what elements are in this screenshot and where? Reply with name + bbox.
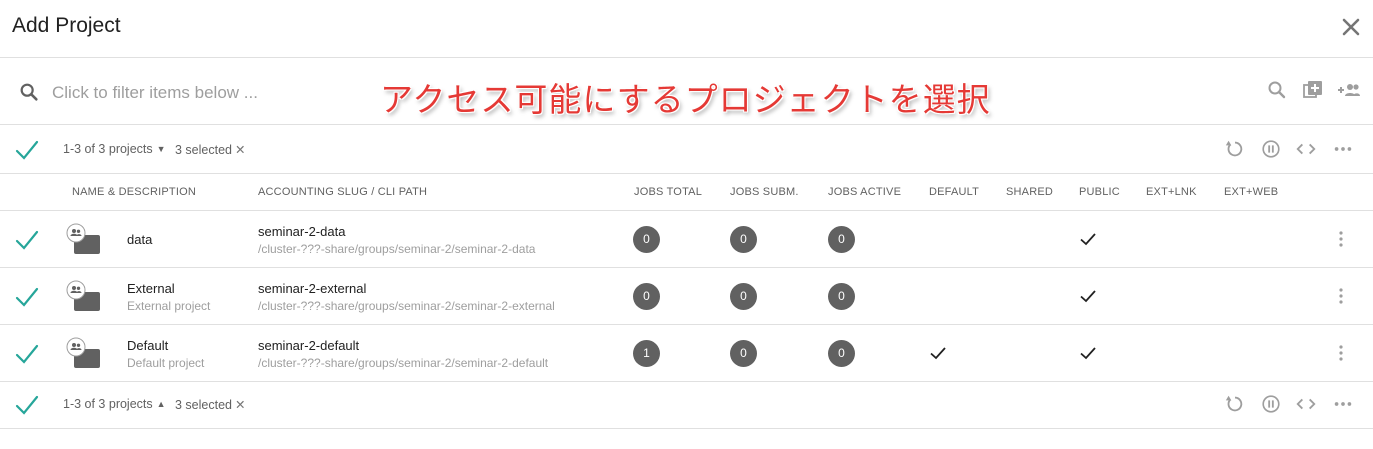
jobs-total-badge: 1: [633, 340, 660, 367]
add-box-icon[interactable]: [1301, 78, 1325, 102]
accounting-slug: seminar-2-external: [258, 281, 367, 296]
dialog-title: Add Project: [12, 14, 121, 37]
jobs-active-badge: 0: [828, 226, 855, 253]
project-name: data: [127, 232, 153, 247]
select-all-check-icon[interactable]: [14, 137, 40, 163]
col-public[interactable]: PUBLIC: [1079, 186, 1120, 198]
jobs-active-badge: 0: [828, 340, 855, 367]
project-name: Default: [127, 338, 169, 353]
jobs-total-badge: 0: [633, 226, 660, 253]
filter-bar: アクセス可能にするプロジェクトを選択: [0, 59, 1373, 125]
clear-selection-icon[interactable]: ✕: [235, 398, 245, 412]
add-group-icon[interactable]: [1337, 78, 1361, 102]
table-row[interactable]: data seminar-2-data /cluster-???-share/g…: [0, 211, 1373, 268]
cli-path: /cluster-???-share/groups/seminar-2/semi…: [258, 299, 555, 313]
col-shared[interactable]: SHARED: [1006, 186, 1053, 198]
table-row[interactable]: Default Default project seminar-2-defaul…: [0, 325, 1373, 382]
caret-down-icon: ▼: [156, 144, 166, 154]
item-count-toggle[interactable]: 1-3 of 3 projects ▲: [63, 397, 166, 411]
more-horiz-icon[interactable]: [1332, 138, 1354, 160]
col-slug[interactable]: ACCOUNTING SLUG / CLI PATH: [258, 186, 427, 198]
item-count-toggle[interactable]: 1-3 of 3 projects ▼: [63, 142, 166, 156]
col-default[interactable]: DEFAULT: [929, 186, 979, 198]
jobs-subm-badge: 0: [730, 340, 757, 367]
code-icon[interactable]: [1295, 138, 1317, 160]
pause-icon[interactable]: [1260, 393, 1282, 415]
col-name[interactable]: NAME & DESCRIPTION: [72, 186, 196, 198]
close-icon[interactable]: [1339, 15, 1363, 39]
jobs-subm-badge: 0: [730, 283, 757, 310]
group-folder-icon: [66, 223, 100, 254]
item-count-text: 1-3 of 3 projects: [63, 397, 153, 411]
search-icon[interactable]: [1265, 78, 1289, 102]
accounting-slug: seminar-2-default: [258, 338, 360, 353]
public-check-icon: [1080, 290, 1096, 303]
public-check-icon: [1080, 347, 1096, 360]
cli-path: /cluster-???-share/groups/seminar-2/semi…: [258, 356, 549, 370]
project-name: External: [127, 281, 175, 296]
row-check-icon[interactable]: [14, 227, 40, 253]
table-row[interactable]: External External project seminar-2-exte…: [0, 268, 1373, 325]
jobs-subm-badge: 0: [730, 226, 757, 253]
search-icon: [20, 83, 38, 101]
cli-path: /cluster-???-share/groups/seminar-2/semi…: [258, 242, 536, 256]
public-check-icon: [1080, 233, 1096, 246]
more-vert-icon[interactable]: [1331, 343, 1351, 363]
jobs-active-badge: 0: [828, 283, 855, 310]
more-horiz-icon[interactable]: [1332, 393, 1354, 415]
row-check-icon[interactable]: [14, 284, 40, 310]
col-ext-lnk[interactable]: EXT+LNK: [1146, 186, 1197, 198]
accounting-slug: seminar-2-data: [258, 224, 346, 239]
selected-count-text: 3 selected: [175, 398, 232, 412]
item-count-text: 1-3 of 3 projects: [63, 142, 153, 156]
project-description: External project: [127, 299, 211, 313]
col-jobs-total[interactable]: JOBS TOTAL: [634, 186, 702, 198]
row-check-icon[interactable]: [14, 341, 40, 367]
summary-bar-bottom: 1-3 of 3 projects ▲ 3 selected ✕: [0, 381, 1373, 429]
pause-icon[interactable]: [1260, 138, 1282, 160]
code-icon[interactable]: [1295, 393, 1317, 415]
selected-count[interactable]: 3 selected ✕: [175, 142, 245, 157]
summary-bar-top: 1-3 of 3 projects ▼ 3 selected ✕: [0, 126, 1373, 174]
more-vert-icon[interactable]: [1331, 229, 1351, 249]
refresh-icon[interactable]: [1224, 393, 1246, 415]
col-jobs-subm[interactable]: JOBS SUBM.: [730, 186, 799, 198]
group-folder-icon: [66, 337, 100, 368]
more-vert-icon[interactable]: [1331, 286, 1351, 306]
refresh-icon[interactable]: [1224, 138, 1246, 160]
instruction-overlay: アクセス可能にするプロジェクトを選択: [380, 80, 991, 119]
clear-selection-icon[interactable]: ✕: [235, 143, 245, 157]
table-header: NAME & DESCRIPTION ACCOUNTING SLUG / CLI…: [0, 174, 1373, 211]
caret-up-icon: ▲: [156, 399, 166, 409]
selected-count-text: 3 selected: [175, 143, 232, 157]
select-all-check-icon[interactable]: [14, 392, 40, 418]
filter-input[interactable]: [52, 79, 372, 107]
project-description: Default project: [127, 356, 205, 370]
col-jobs-active[interactable]: JOBS ACTIVE: [828, 186, 901, 198]
selected-count[interactable]: 3 selected ✕: [175, 397, 245, 412]
group-folder-icon: [66, 280, 100, 311]
dialog-header: Add Project: [0, 0, 1373, 58]
col-ext-web[interactable]: EXT+WEB: [1224, 186, 1278, 198]
jobs-total-badge: 0: [633, 283, 660, 310]
default-check-icon: [930, 347, 946, 360]
